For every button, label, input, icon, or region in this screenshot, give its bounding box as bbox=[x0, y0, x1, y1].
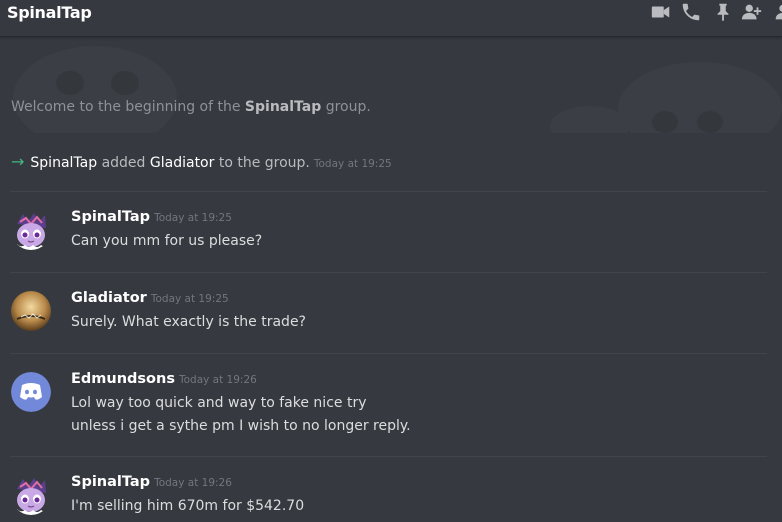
message-content: I'm selling him 670m for $542.70 bbox=[71, 498, 305, 514]
message-list[interactable]: Welcome to the beginning of the SpinalTa… bbox=[0, 38, 782, 522]
message-timestamp: Today at 19:26 bbox=[178, 374, 257, 386]
add-member-icon[interactable] bbox=[741, 1, 763, 23]
message-author[interactable]: SpinalTap Today at 19:26 bbox=[71, 474, 232, 490]
system-suffix: to the group. bbox=[214, 155, 310, 171]
message-item: Edmundsons Today at 19:26 Lol way too qui… bbox=[0, 371, 782, 452]
avatar[interactable] bbox=[11, 372, 51, 412]
author-name[interactable]: Gladiator bbox=[71, 290, 147, 306]
join-arrow-icon: → bbox=[11, 152, 25, 171]
message-divider bbox=[10, 272, 767, 273]
message-timestamp: Today at 19:25 bbox=[150, 293, 229, 305]
avatar[interactable] bbox=[11, 210, 51, 250]
welcome-illustration bbox=[13, 46, 782, 133]
system-actor[interactable]: SpinalTap bbox=[30, 155, 97, 171]
avatar[interactable] bbox=[11, 475, 51, 515]
message-divider bbox=[10, 191, 767, 192]
message-author[interactable]: Gladiator Today at 19:25 bbox=[71, 290, 229, 306]
welcome-group-name: SpinalTap bbox=[244, 99, 322, 115]
welcome-suffix: group. bbox=[321, 99, 371, 115]
message-divider bbox=[10, 353, 767, 354]
author-name[interactable]: SpinalTap bbox=[71, 474, 150, 490]
message-content: Surely. What exactly is the trade? bbox=[71, 314, 306, 330]
phone-icon[interactable] bbox=[680, 1, 702, 23]
message-content: unless i get a sythe pm I wish to no lon… bbox=[71, 418, 411, 434]
message-timestamp: Today at 19:26 bbox=[154, 477, 232, 489]
author-name[interactable]: SpinalTap bbox=[71, 209, 150, 225]
message-author[interactable]: SpinalTap Today at 19:25 bbox=[71, 209, 232, 225]
author-name[interactable]: Edmundsons bbox=[71, 371, 175, 387]
pin-icon[interactable] bbox=[712, 1, 734, 23]
welcome-prefix: Welcome to the beginning of the bbox=[11, 99, 245, 115]
system-message: → SpinalTap added Gladiator to the group.… bbox=[11, 152, 392, 171]
message-content: Can you mm for us please? bbox=[71, 233, 263, 249]
welcome-message: Welcome to the beginning of the SpinalTa… bbox=[11, 99, 371, 115]
channel-header: SpinalTap bbox=[0, 0, 782, 37]
message-item: SpinalTap Today at 19:26 I'm selling him … bbox=[0, 474, 782, 522]
message-author[interactable]: Edmundsons Today at 19:26 bbox=[71, 371, 257, 387]
video-icon[interactable] bbox=[650, 1, 672, 23]
avatar[interactable] bbox=[11, 291, 51, 331]
system-target[interactable]: Gladiator bbox=[150, 155, 214, 171]
group-title: SpinalTap bbox=[7, 3, 92, 22]
system-action: added bbox=[97, 155, 150, 171]
message-item: Gladiator Today at 19:25 Surely. What exa… bbox=[0, 290, 782, 351]
message-content: Lol way too quick and way to fake nice t… bbox=[71, 395, 367, 411]
message-timestamp: Today at 19:25 bbox=[154, 212, 232, 224]
members-icon[interactable] bbox=[772, 1, 782, 23]
system-timestamp: Today at 19:25 bbox=[313, 158, 392, 170]
message-divider bbox=[10, 456, 767, 457]
message-item: SpinalTap Today at 19:25 Can you mm for u… bbox=[0, 209, 782, 270]
